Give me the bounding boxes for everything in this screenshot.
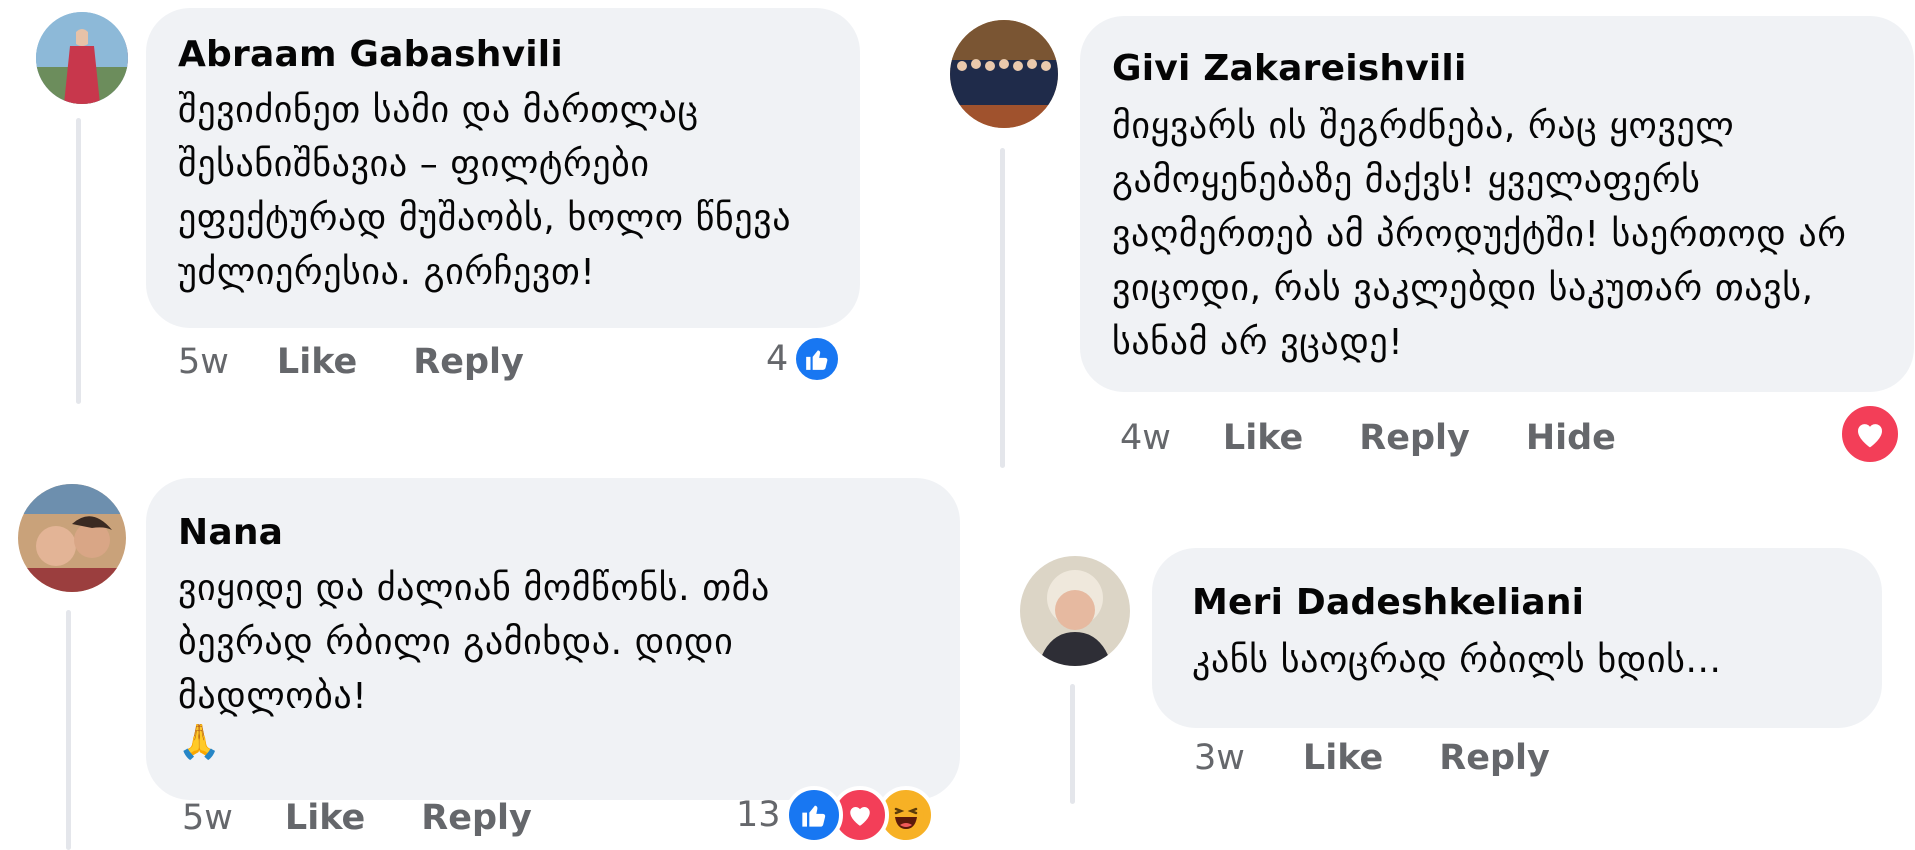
- like-icon: [784, 786, 843, 844]
- comment-actions: 4w Like Reply Hide: [1120, 418, 1616, 458]
- comment-meri: Meri Dadeshkeliani კანს საოცრად რბილს ხდ…: [0, 540, 1915, 830]
- avatar[interactable]: [1020, 556, 1130, 666]
- hide-button[interactable]: Hide: [1526, 418, 1616, 458]
- comment-givi: Givi Zakareishvili მიყვარს ის შეგრძნება,…: [0, 0, 1915, 480]
- like-button[interactable]: Like: [1303, 738, 1383, 778]
- author-name[interactable]: Meri Dadeshkeliani: [1192, 582, 1584, 623]
- heart-icon: [1838, 402, 1902, 466]
- reply-button[interactable]: Reply: [1359, 418, 1470, 458]
- timestamp[interactable]: 4w: [1120, 418, 1171, 458]
- reply-button[interactable]: Reply: [1439, 738, 1550, 778]
- reaction-summary[interactable]: [1838, 402, 1902, 466]
- thread-line: [1000, 148, 1005, 468]
- thread-line: [1070, 684, 1075, 804]
- like-button[interactable]: Like: [1223, 418, 1303, 458]
- comment-text: მიყვარს ის შეგრძნება, რაც ყოველ გამოყენე…: [1112, 106, 1847, 363]
- avatar[interactable]: [950, 20, 1058, 128]
- author-name[interactable]: Givi Zakareishvili: [1112, 48, 1467, 89]
- timestamp[interactable]: 3w: [1194, 738, 1245, 778]
- comment-actions: 3w Like Reply: [1194, 738, 1550, 778]
- comment-text: კანს საოცრად რბილს ხდის...: [1192, 640, 1722, 681]
